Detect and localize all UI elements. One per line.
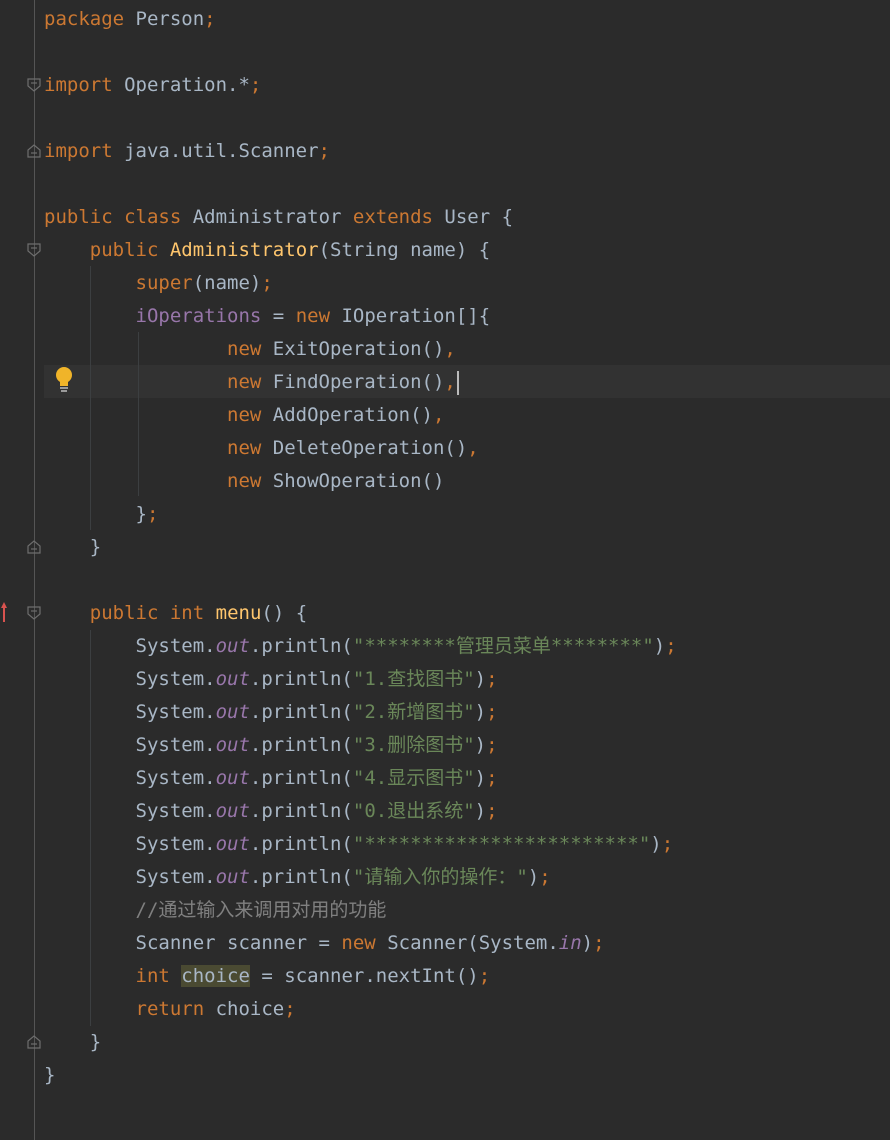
- code-text: iOperations = new IOperation[]{: [135, 305, 491, 327]
- code-text: System.out.println("1.查找图书");: [44, 668, 498, 690]
- code-text: System.out.println("请输入你的操作：");: [44, 866, 551, 888]
- code-line: System.out.println("请输入你的操作：");: [44, 861, 551, 894]
- code-line: System.out.println("1.查找图书");: [44, 663, 498, 696]
- code-text: public class Administrator extends User …: [44, 206, 514, 228]
- code-line: import Operation.*;: [44, 69, 261, 102]
- code-line: public int menu() {: [44, 597, 307, 630]
- fold-icon[interactable]: [27, 144, 41, 158]
- editor-gutter: [0, 0, 36, 1140]
- fold-icon[interactable]: [27, 78, 41, 92]
- code-text: package Person;: [44, 8, 216, 30]
- code-line: int choice = scanner.nextInt();: [44, 960, 490, 993]
- code-text: new FindOperation(),: [227, 371, 456, 393]
- code-line: import java.util.Scanner;: [44, 135, 330, 168]
- code-text: new ExitOperation(),: [227, 338, 456, 360]
- fold-icon[interactable]: [27, 540, 41, 554]
- fold-icon[interactable]: [27, 606, 41, 620]
- code-text: }: [44, 1064, 56, 1086]
- code-line-current: new FindOperation(),: [44, 366, 459, 399]
- code-text: int choice = scanner.nextInt();: [135, 965, 491, 987]
- code-text: public int menu() {: [89, 602, 308, 624]
- code-line: System.out.println("4.显示图书");: [44, 762, 498, 795]
- code-line: }: [44, 531, 101, 564]
- code-line: System.out.println("2.新增图书");: [44, 696, 498, 729]
- code-text: new AddOperation(),: [227, 404, 445, 426]
- code-line: Scanner scanner = new Scanner(System.in)…: [44, 927, 605, 960]
- code-line: iOperations = new IOperation[]{: [44, 300, 491, 333]
- code-line: public Administrator(String name) {: [44, 234, 490, 267]
- fold-icon[interactable]: [27, 1035, 41, 1049]
- override-arrow-icon[interactable]: [0, 600, 8, 624]
- code-line-comment: //通过输入来调用对用的功能: [44, 894, 387, 927]
- code-line: System.out.println("0.退出系统");: [44, 795, 498, 828]
- code-text: Scanner scanner = new Scanner(System.in)…: [44, 932, 605, 954]
- text-caret: [456, 370, 459, 395]
- code-line: super(name);: [44, 267, 273, 300]
- code-line: }: [44, 1059, 55, 1092]
- code-line: System.out.println("********************…: [44, 828, 674, 861]
- code-text: System.out.println("********管理员菜单*******…: [44, 635, 677, 657]
- code-line: package Person;: [44, 3, 216, 36]
- code-text: System.out.println("3.删除图书");: [44, 734, 498, 756]
- code-text: System.out.println("0.退出系统");: [44, 800, 498, 822]
- code-line: System.out.println("********管理员菜单*******…: [44, 630, 677, 663]
- code-line: new ShowOperation(): [44, 465, 444, 498]
- code-text: return choice;: [135, 998, 296, 1020]
- code-text: import java.util.Scanner;: [44, 140, 330, 162]
- code-text: import Operation.*;: [44, 74, 262, 96]
- code-line: new DeleteOperation(),: [44, 432, 479, 465]
- code-text: }: [44, 1031, 102, 1053]
- gutter-divider: [34, 0, 35, 1140]
- code-text: new DeleteOperation(),: [227, 437, 479, 459]
- code-line: new AddOperation(),: [44, 399, 444, 432]
- code-text: System.out.println("4.显示图书");: [44, 767, 498, 789]
- code-text: System.out.println("2.新增图书");: [44, 701, 498, 723]
- code-text: new ShowOperation(): [227, 470, 445, 492]
- code-line: new ExitOperation(),: [44, 333, 456, 366]
- code-text: super(name);: [135, 272, 273, 294]
- code-line: public class Administrator extends User …: [44, 201, 513, 234]
- code-line: };: [44, 498, 159, 531]
- code-text: public Administrator(String name) {: [89, 239, 491, 261]
- code-line: return choice;: [44, 993, 296, 1026]
- code-text: //通过输入来调用对用的功能: [44, 899, 387, 921]
- code-line: }: [44, 1026, 101, 1059]
- code-line: System.out.println("3.删除图书");: [44, 729, 498, 762]
- code-text: System.out.println("********************…: [44, 833, 674, 855]
- fold-icon[interactable]: [27, 243, 41, 257]
- code-text: };: [44, 503, 159, 525]
- code-text: }: [44, 536, 102, 558]
- code-editor[interactable]: package Person; import Operation.*; impo…: [44, 0, 890, 1140]
